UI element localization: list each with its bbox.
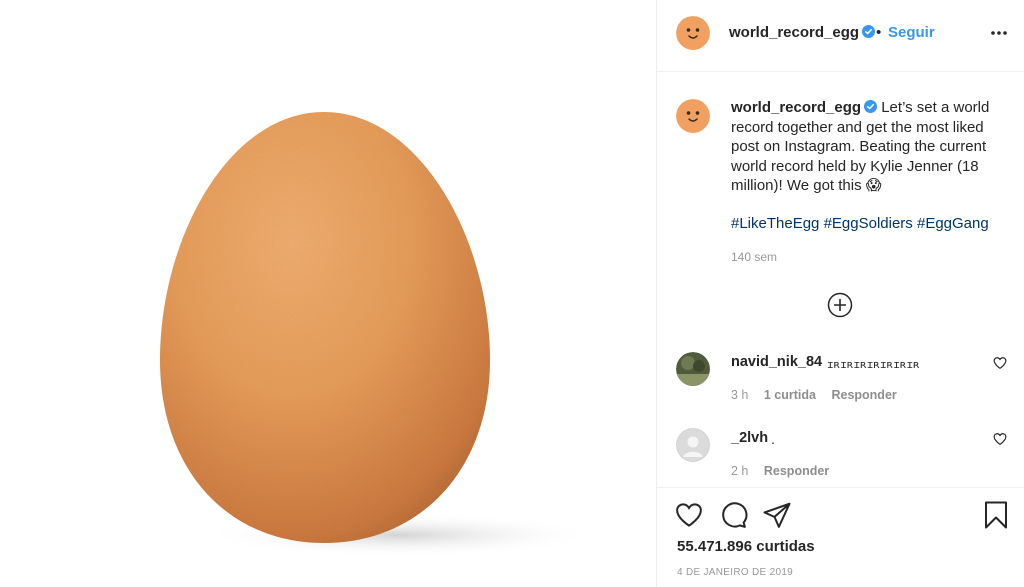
egg-face-icon	[676, 99, 710, 133]
comment-text: ɪʀɪʀɪʀɪʀɪʀɪʀɪʀ	[827, 358, 920, 371]
comment-like-button[interactable]	[993, 356, 1007, 370]
user-photo-icon	[676, 352, 710, 386]
default-avatar-icon	[676, 428, 710, 462]
like-button[interactable]	[674, 500, 704, 530]
verified-badge-icon	[862, 25, 876, 38]
comment-meta: 2 h Responder	[731, 464, 829, 478]
comment-like-button[interactable]	[993, 432, 1007, 446]
avatar[interactable]	[676, 16, 710, 50]
hashtag-link[interactable]: #EggGang	[917, 215, 989, 232]
caption-username[interactable]: world_record_egg	[731, 99, 861, 116]
follow-button[interactable]: Seguir	[888, 24, 935, 41]
plus-circle-icon	[827, 292, 853, 318]
comment-time[interactable]: 2 h	[731, 464, 748, 478]
post-caption: world_record_egg Let’s set a world recor…	[731, 98, 1001, 196]
hashtag-link[interactable]: #LikeTheEgg	[731, 215, 819, 232]
comment-button[interactable]	[718, 500, 748, 530]
comment-bubble-icon	[722, 502, 748, 528]
egg-image	[160, 112, 600, 557]
more-options-button[interactable]	[989, 23, 1009, 43]
load-more-comments-button[interactable]	[827, 292, 853, 318]
comment-username[interactable]: _2lvh	[731, 430, 768, 446]
heart-icon	[993, 357, 1007, 369]
comment-username[interactable]: navid_nik_84	[731, 354, 822, 370]
post-header: world_record_egg • Seguir	[657, 0, 1024, 72]
reply-button[interactable]: Responder	[831, 388, 896, 402]
caption-hashtags: #LikeTheEgg #EggSoldiers #EggGang	[731, 215, 989, 232]
separator-dot: •	[876, 24, 882, 41]
comment-avatar[interactable]	[676, 352, 710, 386]
bookmark-icon	[985, 501, 1007, 529]
egg-face-icon	[676, 16, 710, 50]
share-button[interactable]	[762, 500, 792, 530]
post-actions: 55.471.896 curtidas 4 DE JANEIRO DE 2019	[657, 487, 1024, 587]
caption-avatar[interactable]	[676, 99, 710, 133]
paper-plane-icon	[763, 502, 791, 528]
post-image[interactable]	[0, 0, 656, 587]
verified-badge-icon	[864, 100, 878, 113]
reply-button[interactable]: Responder	[764, 464, 829, 478]
post-date[interactable]: 4 DE JANEIRO DE 2019	[677, 567, 793, 578]
post-sidebar: world_record_egg • Seguir world_record_e…	[656, 0, 1024, 587]
heart-icon	[993, 433, 1007, 445]
save-button[interactable]	[981, 500, 1011, 530]
hashtag-link[interactable]: #EggSoldiers	[824, 215, 913, 232]
post-author[interactable]: world_record_egg	[729, 24, 876, 41]
more-icon	[991, 31, 1007, 35]
comment-avatar[interactable]	[676, 428, 710, 462]
heart-icon	[676, 503, 702, 527]
scream-emoji-icon: 😱	[865, 177, 882, 194]
caption-timestamp[interactable]: 140 sem	[731, 250, 777, 264]
comment-text: .	[771, 431, 775, 447]
comment-time[interactable]: 3 h	[731, 388, 748, 402]
author-username[interactable]: world_record_egg	[729, 24, 859, 41]
comment-meta: 3 h 1 curtida Responder	[731, 388, 897, 402]
likes-count[interactable]: 55.471.896 curtidas	[677, 538, 815, 555]
comment-likes[interactable]: 1 curtida	[764, 388, 816, 402]
